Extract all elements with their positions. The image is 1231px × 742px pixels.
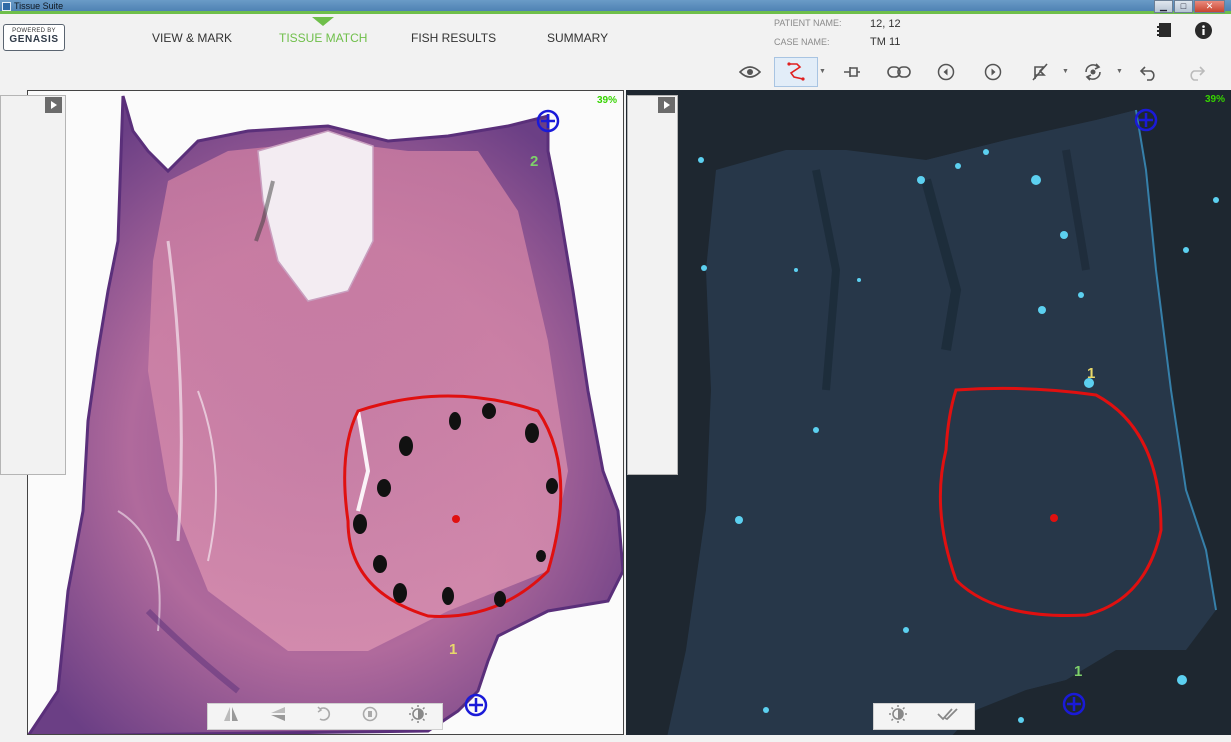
mark-label-2: 2 <box>1147 90 1155 93</box>
expand-left-panel-play-icon[interactable] <box>45 97 62 113</box>
expand-right-panel-play-icon[interactable] <box>658 97 675 113</box>
link-icon[interactable] <box>879 57 919 87</box>
fish-slide-viewer[interactable]: 39% 2 1 1 <box>626 90 1231 735</box>
tab-view-mark[interactable]: VIEW & MARK <box>152 31 232 45</box>
he-tissue-image <box>28 95 623 734</box>
mark-label-1: 1 <box>449 641 458 658</box>
flip-vertical-icon[interactable] <box>269 705 287 728</box>
info-icon[interactable] <box>1195 22 1212 44</box>
mark-label-1-lower: 1 <box>1074 663 1083 680</box>
mark-label-2: 2 <box>530 153 539 170</box>
mark-label-1: 1 <box>1087 365 1096 382</box>
patient-name-value: 12, 12 <box>870 18 901 30</box>
rotate-icon[interactable] <box>315 705 333 728</box>
sync-dropdown-chevron-down-icon[interactable]: ▼ <box>1116 68 1123 75</box>
right-image-tools <box>873 703 975 730</box>
left-side-panel <box>0 95 66 475</box>
he-slide-viewer[interactable]: 39% 2 1 <box>27 90 624 735</box>
brightness-icon[interactable] <box>408 704 428 729</box>
logo-brand: GENASIS <box>9 34 59 45</box>
zoom-level: 39% <box>1204 94 1225 105</box>
right-side-panel <box>627 95 678 475</box>
undo-icon[interactable] <box>1129 57 1169 87</box>
pin-icon[interactable] <box>832 57 872 87</box>
brightness-icon[interactable] <box>888 704 908 729</box>
fluorescence-tissue-image <box>667 108 1219 735</box>
notes-icon[interactable] <box>1157 22 1173 43</box>
redo-icon[interactable] <box>1176 57 1216 87</box>
zoom-level: 39% <box>596 95 617 106</box>
no-marks-icon[interactable] <box>1020 57 1060 87</box>
app-icon <box>2 2 11 11</box>
close-button[interactable]: ✕ <box>1194 0 1225 13</box>
confirm-check-icon[interactable] <box>936 706 960 727</box>
marks-dropdown-chevron-down-icon[interactable]: ▼ <box>1062 68 1069 75</box>
previous-icon[interactable] <box>926 57 966 87</box>
patient-name-label: PATIENT NAME: <box>774 18 842 28</box>
minimize-button[interactable]: ▁ <box>1154 0 1173 13</box>
eye-icon[interactable] <box>730 57 770 87</box>
next-icon[interactable] <box>973 57 1013 87</box>
active-tab-indicator <box>312 17 334 26</box>
freehand-draw-icon[interactable] <box>774 57 818 87</box>
sync-icon[interactable] <box>1073 57 1113 87</box>
tab-fish-results[interactable]: FISH RESULTS <box>411 31 496 45</box>
window-title-bar: Tissue Suite ▁ □ ✕ <box>0 0 1231 14</box>
case-name-label: CASE NAME: <box>774 37 830 47</box>
rotate-90-icon[interactable] <box>361 705 379 728</box>
window-title: Tissue Suite <box>14 1 64 11</box>
tab-summary[interactable]: SUMMARY <box>547 31 608 45</box>
draw-dropdown-chevron-down-icon[interactable]: ▼ <box>819 68 826 75</box>
genasis-logo: POWERED BY GENASIS <box>3 24 65 51</box>
flip-horizontal-icon[interactable] <box>222 705 240 728</box>
left-image-tools <box>207 703 443 730</box>
maximize-button[interactable]: □ <box>1174 0 1193 13</box>
case-name-value: TM 11 <box>870 36 901 48</box>
tab-tissue-match[interactable]: TISSUE MATCH <box>279 31 367 45</box>
app-header: POWERED BY GENASIS VIEW & MARK TISSUE MA… <box>0 17 1231 59</box>
